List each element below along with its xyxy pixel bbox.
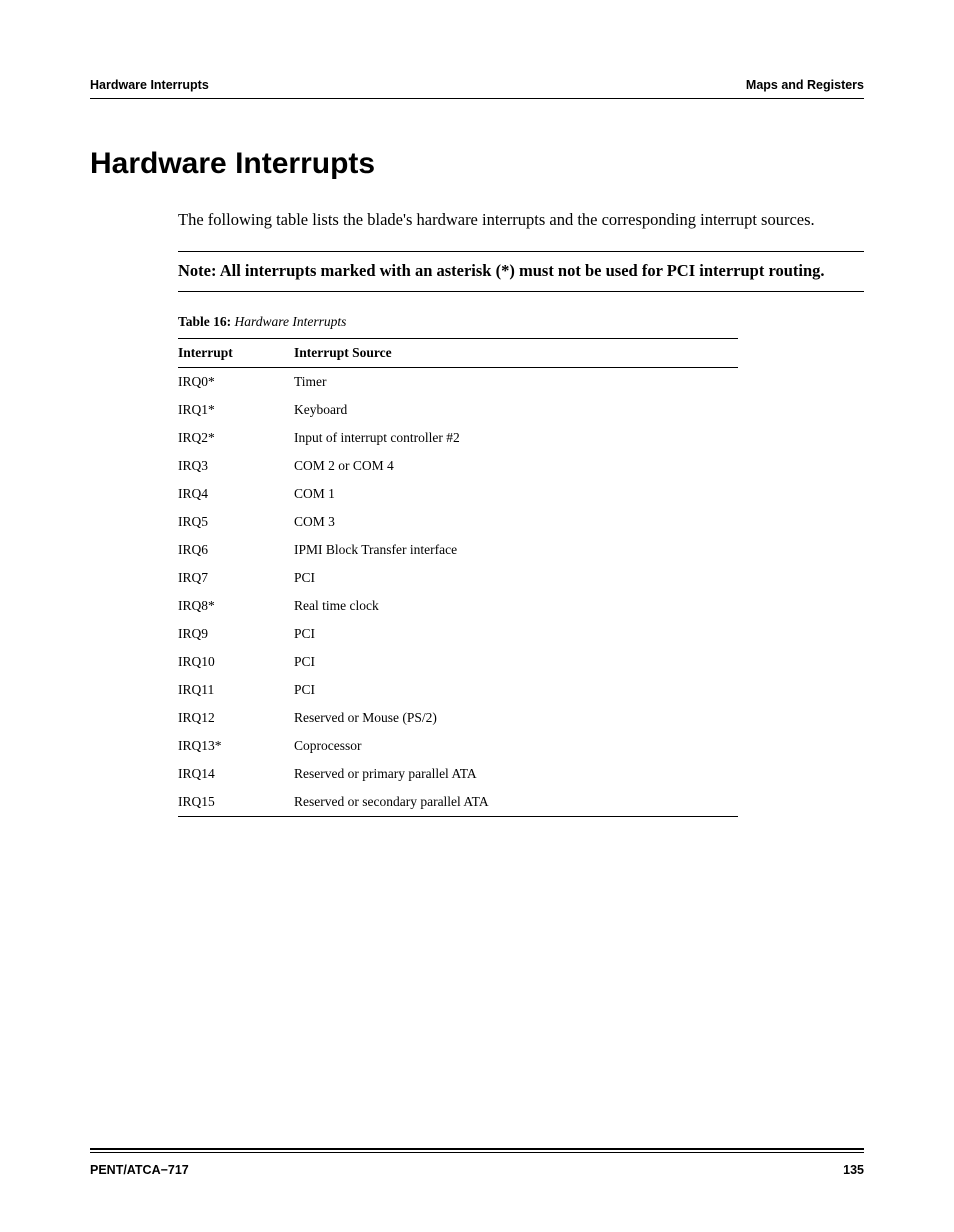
body: The following table lists the blade's ha…: [178, 209, 864, 817]
running-header: Hardware Interrupts Maps and Registers: [90, 78, 864, 92]
table-row: IRQ3COM 2 or COM 4: [178, 452, 738, 480]
footer: PENT/ATCA−717 135: [90, 1148, 864, 1177]
table-caption-label: Table 16:: [178, 314, 231, 329]
cell-interrupt: IRQ3: [178, 452, 294, 480]
cell-source: Reserved or primary parallel ATA: [294, 760, 738, 788]
cell-source: IPMI Block Transfer interface: [294, 536, 738, 564]
table-row: IRQ12Reserved or Mouse (PS/2): [178, 704, 738, 732]
cell-interrupt: IRQ4: [178, 480, 294, 508]
cell-interrupt: IRQ9: [178, 620, 294, 648]
header-left: Hardware Interrupts: [90, 78, 209, 92]
footer-row: PENT/ATCA−717 135: [90, 1163, 864, 1177]
table-caption: Table 16: Hardware Interrupts: [178, 314, 864, 330]
table-header-row: Interrupt Interrupt Source: [178, 338, 738, 367]
cell-source: Keyboard: [294, 396, 738, 424]
cell-interrupt: IRQ2*: [178, 424, 294, 452]
table-row: IRQ7PCI: [178, 564, 738, 592]
table-row: IRQ2*Input of interrupt controller #2: [178, 424, 738, 452]
header-rule: [90, 98, 864, 99]
table-row: IRQ15Reserved or secondary parallel ATA: [178, 788, 738, 817]
cell-source: PCI: [294, 564, 738, 592]
table-row: IRQ8*Real time clock: [178, 592, 738, 620]
cell-source: Coprocessor: [294, 732, 738, 760]
cell-interrupt: IRQ11: [178, 676, 294, 704]
cell-interrupt: IRQ10: [178, 648, 294, 676]
footer-left: PENT/ATCA−717: [90, 1163, 189, 1177]
cell-source: PCI: [294, 620, 738, 648]
table-header-source: Interrupt Source: [294, 338, 738, 367]
cell-source: Input of interrupt controller #2: [294, 424, 738, 452]
table-row: IRQ10PCI: [178, 648, 738, 676]
footer-page-number: 135: [843, 1163, 864, 1177]
cell-source: PCI: [294, 676, 738, 704]
cell-interrupt: IRQ8*: [178, 592, 294, 620]
page-title: Hardware Interrupts: [90, 147, 864, 181]
table-header-interrupt: Interrupt: [178, 338, 294, 367]
footer-rule-bottom: [90, 1152, 864, 1153]
table-row: IRQ5COM 3: [178, 508, 738, 536]
cell-interrupt: IRQ1*: [178, 396, 294, 424]
cell-interrupt: IRQ14: [178, 760, 294, 788]
cell-interrupt: IRQ12: [178, 704, 294, 732]
cell-source: COM 1: [294, 480, 738, 508]
cell-interrupt: IRQ5: [178, 508, 294, 536]
cell-interrupt: IRQ0*: [178, 367, 294, 396]
table-row: IRQ14Reserved or primary parallel ATA: [178, 760, 738, 788]
cell-interrupt: IRQ7: [178, 564, 294, 592]
table-row: IRQ13*Coprocessor: [178, 732, 738, 760]
table-caption-title: Hardware Interrupts: [231, 314, 346, 329]
cell-source: Reserved or Mouse (PS/2): [294, 704, 738, 732]
note-bottom-rule: [178, 291, 864, 292]
interrupt-table: Interrupt Interrupt Source IRQ0*Timer IR…: [178, 338, 738, 817]
table-row: IRQ0*Timer: [178, 367, 738, 396]
cell-source: PCI: [294, 648, 738, 676]
table-row: IRQ9PCI: [178, 620, 738, 648]
footer-rule-top: [90, 1148, 864, 1150]
intro-paragraph: The following table lists the blade's ha…: [178, 209, 864, 231]
cell-interrupt: IRQ6: [178, 536, 294, 564]
table-row: IRQ1*Keyboard: [178, 396, 738, 424]
cell-interrupt: IRQ13*: [178, 732, 294, 760]
table-row: IRQ11PCI: [178, 676, 738, 704]
cell-interrupt: IRQ15: [178, 788, 294, 817]
cell-source: Reserved or secondary parallel ATA: [294, 788, 738, 817]
cell-source: COM 2 or COM 4: [294, 452, 738, 480]
note-block: Note: All interrupts marked with an aste…: [178, 252, 864, 290]
cell-source: Timer: [294, 367, 738, 396]
header-right: Maps and Registers: [746, 78, 864, 92]
page: Hardware Interrupts Maps and Registers H…: [0, 0, 954, 1232]
cell-source: Real time clock: [294, 592, 738, 620]
cell-source: COM 3: [294, 508, 738, 536]
table-row: IRQ4COM 1: [178, 480, 738, 508]
table-row: IRQ6IPMI Block Transfer interface: [178, 536, 738, 564]
